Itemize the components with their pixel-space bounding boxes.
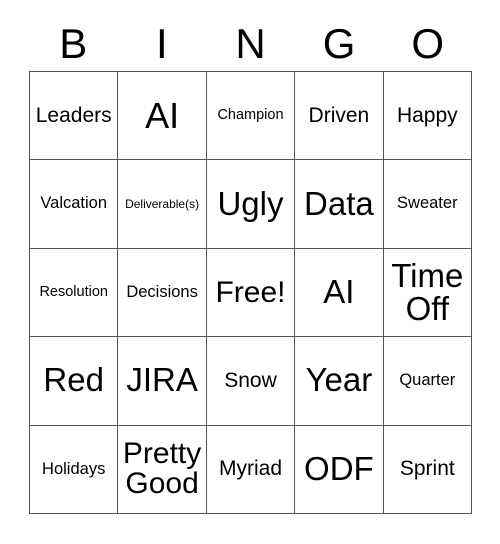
bingo-cell-free-space[interactable]: Free! — [206, 248, 296, 338]
bingo-cell-label: Snow — [224, 368, 277, 392]
bingo-header-letter-b: B — [59, 20, 88, 67]
bingo-cell-label: Pretty Good — [122, 436, 202, 501]
bingo-header-letter-g: G — [322, 20, 356, 67]
bingo-cell-n1[interactable]: Champion — [206, 72, 296, 161]
bingo-cell-label: JIRA — [126, 361, 198, 399]
bingo-cell-label: Decisions — [126, 282, 198, 301]
bingo-cell-n5[interactable]: Myriad — [206, 425, 296, 514]
bingo-card: B I N G O Leaders AI Champion Driven Hap… — [0, 0, 500, 544]
bingo-cell-i1[interactable]: AI — [118, 72, 207, 161]
bingo-cell-label: Sprint — [399, 457, 455, 481]
bingo-cell-i3[interactable]: Decisions — [118, 248, 207, 338]
bingo-cell-n2[interactable]: Ugly — [206, 160, 296, 249]
bingo-cell-label: Leaders — [35, 103, 112, 127]
bingo-cell-n4[interactable]: Snow — [206, 337, 296, 426]
bingo-cell-label: ODF — [304, 449, 374, 487]
bingo-cell-b1[interactable]: Leaders — [30, 72, 119, 161]
bingo-cell-label: Holidays — [42, 459, 106, 478]
bingo-cell-label: Free! — [215, 275, 286, 309]
bingo-cell-g4[interactable]: Year — [295, 337, 384, 426]
bingo-cell-i5[interactable]: Pretty Good — [118, 425, 207, 514]
bingo-cell-g5[interactable]: ODF — [295, 425, 384, 514]
bingo-cell-b5[interactable]: Holidays — [30, 425, 119, 514]
bingo-cell-label: Red — [43, 361, 104, 399]
bingo-cell-o1[interactable]: Happy — [383, 72, 472, 161]
bingo-cell-g3[interactable]: AI — [295, 248, 384, 338]
bingo-cell-label: Time Off — [391, 256, 464, 328]
bingo-cell-label: Driven — [308, 103, 370, 127]
bingo-header-letter-i: I — [156, 20, 168, 67]
bingo-cell-label: Champion — [217, 107, 284, 124]
bingo-cell-label: Data — [304, 184, 374, 222]
bingo-cell-label: Happy — [396, 103, 458, 127]
bingo-cell-b2[interactable]: Valcation — [30, 160, 119, 249]
bingo-cell-label: Valcation — [40, 194, 108, 213]
bingo-cell-label: AI — [323, 273, 355, 310]
bingo-cell-g2[interactable]: Data — [295, 160, 384, 249]
bingo-cell-o2[interactable]: Sweater — [383, 160, 472, 249]
bingo-cell-label: Quarter — [399, 371, 456, 390]
bingo-cell-label: AI — [145, 94, 180, 136]
bingo-cell-label: Ugly — [217, 184, 284, 222]
bingo-cell-label: Sweater — [397, 194, 458, 213]
bingo-cell-b3[interactable]: Resolution — [30, 248, 119, 338]
bingo-cell-label: Deliverable(s) — [125, 196, 200, 211]
bingo-cell-b4[interactable]: Red — [30, 337, 119, 426]
bingo-header-letter-n: N — [235, 20, 266, 67]
bingo-grid: Leaders AI Champion Driven Happy Valcati… — [29, 71, 472, 514]
bingo-header-row: B I N G O — [29, 18, 472, 70]
bingo-cell-i2[interactable]: Deliverable(s) — [118, 160, 207, 249]
bingo-cell-label: Myriad — [218, 457, 282, 481]
bingo-cell-i4[interactable]: JIRA — [118, 337, 207, 426]
bingo-cell-g1[interactable]: Driven — [295, 72, 384, 161]
bingo-cell-o5[interactable]: Sprint — [383, 425, 472, 514]
bingo-cell-o4[interactable]: Quarter — [383, 337, 472, 426]
bingo-header-letter-o: O — [411, 20, 444, 67]
bingo-cell-label: Resolution — [39, 283, 108, 300]
bingo-cell-label: Year — [305, 361, 373, 399]
bingo-cell-o3[interactable]: Time Off — [383, 248, 472, 338]
